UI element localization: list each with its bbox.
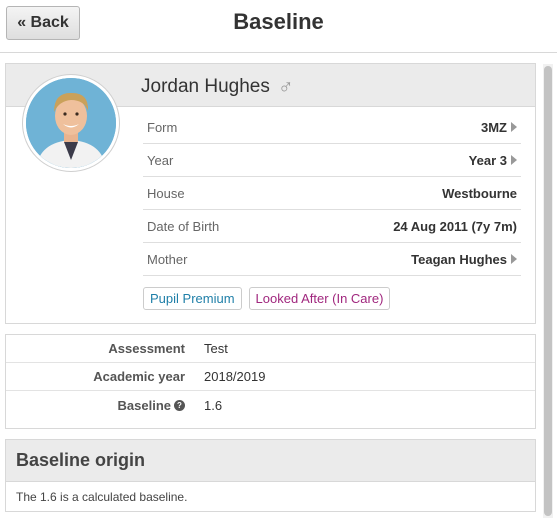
academic-year-row: Academic year 2018/2019 [6,363,535,391]
field-value: Year 3 [469,153,517,168]
mother-value: Teagan Hughes [411,251,507,267]
chevron-right-icon [511,155,517,165]
form-value: 3MZ [481,119,507,135]
chevron-right-icon [511,254,517,264]
student-photo [26,78,116,168]
assessment-row: Assessment Test [6,335,535,363]
baseline-origin-card: Baseline origin The 1.6 is a calculated … [5,439,536,512]
baseline-details-card: Assessment Test Academic year 2018/2019 … [5,334,536,429]
field-row-form[interactable]: Form 3MZ [143,111,521,144]
field-value: 3MZ [481,120,517,135]
field-label: Form [147,119,178,135]
academic-year-label: Academic year [93,369,185,384]
looked-after-tag[interactable]: Looked After (In Care) [248,287,391,310]
baseline-origin-title: Baseline origin [6,440,535,482]
student-name-line: Jordan Hughes ♂ [141,76,294,98]
scrollbar-thumb[interactable] [544,66,552,516]
student-name: Jordan Hughes [141,76,270,97]
top-bar: « Back Baseline [0,0,557,53]
student-fields: Form 3MZ Year Year 3 House Westbourne Da… [143,111,521,276]
field-row-house: House Westbourne [143,177,521,210]
field-label: House [147,185,185,201]
baseline-origin-text: The 1.6 is a calculated baseline. [16,490,188,504]
baseline-label-group: Baseline ? [6,398,192,413]
field-label: Mother [147,251,188,267]
assessment-label: Assessment [108,341,185,356]
help-icon[interactable]: ? [174,399,185,411]
page-title: Baseline [233,9,324,34]
year-value: Year 3 [468,152,507,168]
field-row-year[interactable]: Year Year 3 [143,144,521,177]
house-value: Westbourne [442,185,517,201]
student-tags: Pupil Premium Looked After (In Care) [143,287,391,310]
field-label: Year [147,152,174,168]
male-gender-icon: ♂ [277,75,294,99]
student-profile-card: Jordan Hughes ♂ Form 3MZ Year Year 3 Hou… [5,63,536,324]
assessment-value: Test [204,341,228,356]
scrollbar[interactable] [543,64,553,518]
dob-value: 24 Aug 2011 (7y 7m) [393,218,517,234]
field-row-dob: Date of Birth 24 Aug 2011 (7y 7m) [143,210,521,243]
baseline-value: 1.6 [204,397,223,413]
avatar [23,75,119,171]
baseline-label: Baseline [117,397,171,413]
academic-year-value: 2018/2019 [204,369,266,384]
field-label: Date of Birth [147,218,220,234]
baseline-row: Baseline ? 1.6 [6,391,535,419]
field-row-mother[interactable]: Mother Teagan Hughes [143,243,521,276]
pupil-premium-tag[interactable]: Pupil Premium [143,287,242,310]
chevron-right-icon [511,122,517,132]
field-value: Teagan Hughes [411,252,517,267]
